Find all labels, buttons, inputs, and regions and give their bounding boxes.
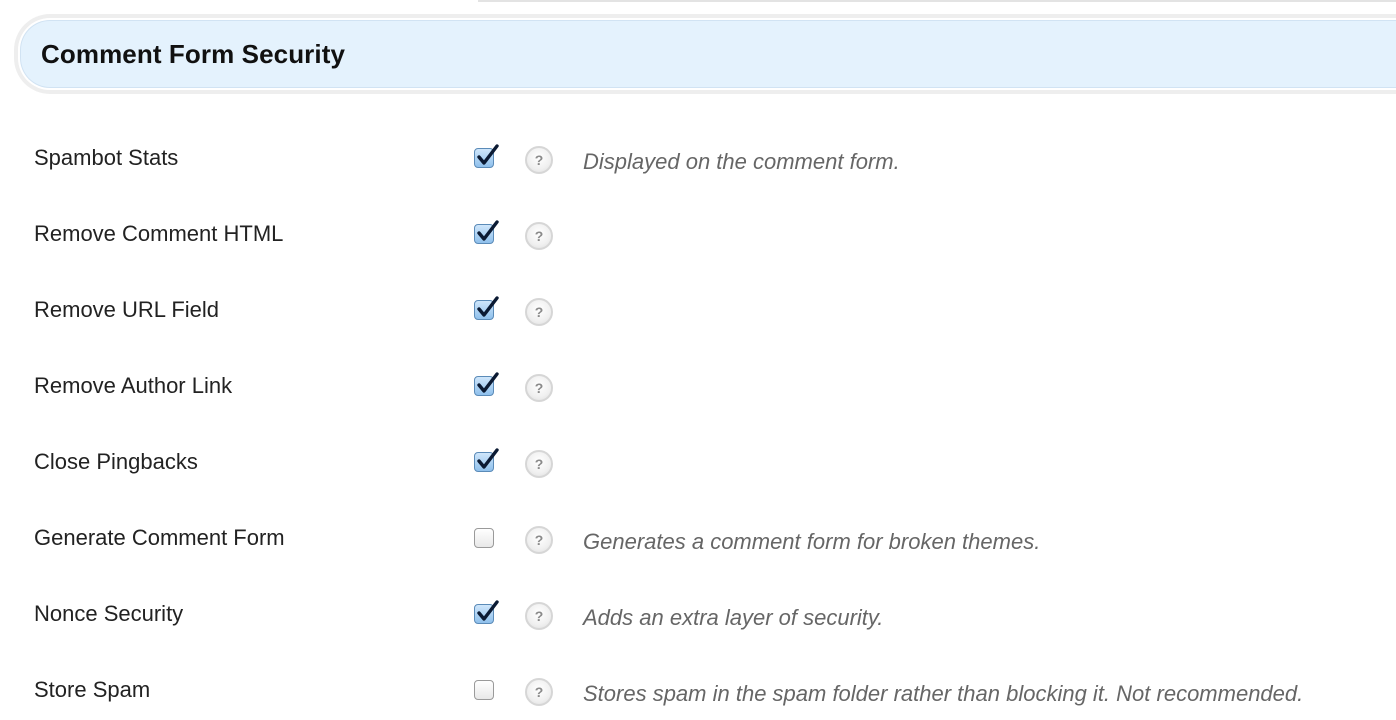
settings-page: Comment Form Security Spambot Stats ? Di… [0,0,1396,720]
help-icon[interactable]: ? [525,602,553,630]
setting-label: Spambot Stats [34,145,179,170]
section-header: Comment Form Security [14,14,1396,94]
setting-row-remove-url-field: Remove URL Field ? [0,272,1396,348]
help-icon[interactable]: ? [525,222,553,250]
close-pingbacks-checkbox[interactable] [474,448,499,472]
checkmark-icon [477,296,499,317]
checkmark-icon [477,600,499,621]
settings-list: Spambot Stats ? Displayed on the comment… [0,120,1396,720]
setting-row-remove-author-link: Remove Author Link ? [0,348,1396,424]
remove-comment-html-checkbox[interactable] [474,220,499,244]
setting-label: Generate Comment Form [34,525,285,550]
setting-description: Stores spam in the spam folder rather th… [583,681,1304,706]
checkmark-icon [477,144,499,165]
store-spam-checkbox[interactable] [474,680,494,700]
help-icon[interactable]: ? [525,450,553,478]
help-icon[interactable]: ? [525,374,553,402]
setting-label: Store Spam [34,677,151,702]
setting-description: Generates a comment form for broken them… [583,529,1041,554]
section-header-bar: Comment Form Security [20,20,1396,88]
spambot-stats-checkbox[interactable] [474,144,499,168]
checkmark-icon [477,372,499,393]
setting-row-remove-comment-html: Remove Comment HTML ? [0,196,1396,272]
section-title: Comment Form Security [41,38,346,69]
setting-label: Nonce Security [34,601,184,626]
remove-url-field-checkbox[interactable] [474,296,499,320]
setting-row-close-pingbacks: Close Pingbacks ? [0,424,1396,500]
nonce-security-checkbox[interactable] [474,600,499,624]
setting-row-spambot-stats: Spambot Stats ? Displayed on the comment… [0,120,1396,196]
setting-row-store-spam: Store Spam ? Stores spam in the spam fol… [0,652,1396,720]
setting-description: Displayed on the comment form. [583,149,900,174]
help-icon[interactable]: ? [525,678,553,706]
setting-label: Remove Comment HTML [34,221,284,246]
checkmark-icon [477,220,499,241]
help-icon[interactable]: ? [525,298,553,326]
checkmark-icon [477,448,499,469]
setting-label: Remove Author Link [34,373,233,398]
generate-comment-form-checkbox[interactable] [474,528,494,548]
setting-label: Remove URL Field [34,297,220,322]
setting-label: Close Pingbacks [34,449,198,474]
help-icon[interactable]: ? [525,526,553,554]
setting-row-generate-comment-form: Generate Comment Form ? Generates a comm… [0,500,1396,576]
remove-author-link-checkbox[interactable] [474,372,499,396]
setting-row-nonce-security: Nonce Security ? Adds an extra layer of … [0,576,1396,652]
setting-description: Adds an extra layer of security. [583,605,884,630]
top-divider [478,0,1396,2]
help-icon[interactable]: ? [525,146,553,174]
